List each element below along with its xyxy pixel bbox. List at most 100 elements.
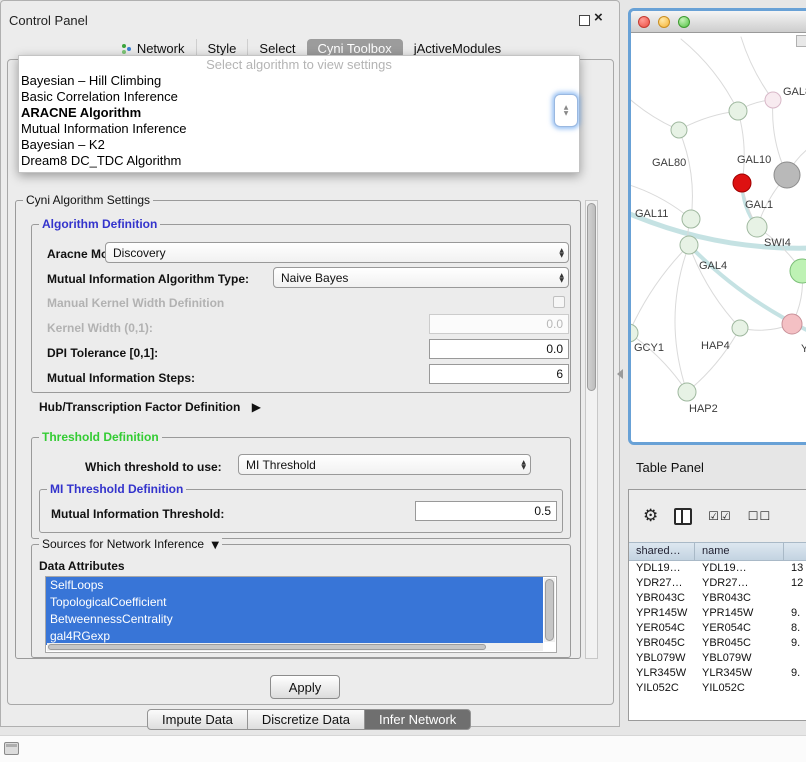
minimized-panel-icon[interactable] (4, 742, 19, 755)
table-cell: YBR043C (629, 591, 695, 606)
screen: Control Panel × NetworkStyleSelectCyni T… (0, 0, 806, 762)
table-row[interactable]: YBR043CYBR043C (629, 591, 806, 606)
table-row[interactable]: YER054CYER054C8. (629, 621, 806, 636)
network-node[interactable] (682, 210, 700, 228)
table-row[interactable]: YPR145WYPR145W9. (629, 606, 806, 621)
algorithm-option-basic-correlation-inference[interactable]: Basic Correlation Inference (19, 89, 579, 105)
network-node[interactable] (733, 174, 751, 192)
expand-right-icon[interactable]: ▶ (252, 400, 261, 414)
gear-icon[interactable]: ⚙ (643, 508, 658, 525)
network-node[interactable] (765, 92, 781, 108)
table-cell: 12 (784, 576, 806, 591)
table-row[interactable]: YLR345WYLR345W9. (629, 666, 806, 681)
attribute-item-selfloops[interactable]: SelfLoops (46, 577, 543, 594)
network-edge[interactable] (631, 93, 679, 130)
algorithm-option-dream8-dc-tdc-algorithm[interactable]: Dream8 DC_TDC Algorithm (19, 153, 579, 169)
network-node[interactable] (747, 217, 767, 237)
network-edge[interactable] (687, 328, 740, 392)
network-node[interactable] (678, 383, 696, 401)
table-cell: YDL19… (695, 561, 784, 576)
network-node[interactable] (790, 259, 806, 283)
algorithm-option-mutual-information-inference[interactable]: Mutual Information Inference (19, 121, 579, 137)
which-threshold-value: MI Threshold (246, 458, 521, 472)
table-cell: YDL19… (629, 561, 695, 576)
aracne-mode-select[interactable]: Discovery ▲▼ (105, 242, 569, 263)
column-header[interactable] (784, 543, 806, 560)
network-edge[interactable] (679, 130, 692, 219)
settings-scrollbar[interactable] (585, 200, 598, 659)
column-header[interactable]: shared… (629, 543, 695, 560)
node-label-hap4: HAP4 (701, 340, 730, 352)
network-node[interactable] (782, 314, 802, 334)
bottom-tab-impute-data[interactable]: Impute Data (147, 709, 248, 730)
network-edge[interactable] (675, 245, 689, 392)
mi-steps-field[interactable] (429, 364, 569, 384)
column-settings-icon[interactable] (674, 508, 692, 525)
algorithm-option-bayesian-k2[interactable]: Bayesian – K2 (19, 137, 579, 153)
node-label-y: Y (801, 343, 806, 355)
bottom-tab-discretize-data[interactable]: Discretize Data (247, 709, 365, 730)
table-cell: 8. (784, 621, 806, 636)
network-node[interactable] (732, 320, 748, 336)
mi-algorithm-type-value: Naive Bayes (281, 271, 559, 285)
algorithm-option-bayesian-hill-climbing[interactable]: Bayesian – Hill Climbing (19, 73, 579, 89)
table-row[interactable]: YDL19…YDL19…13 (629, 561, 806, 576)
data-attributes-listbox[interactable]: SelfLoopsTopologicalCoefficientBetweenne… (45, 576, 557, 653)
table-panel-title: Table Panel (636, 460, 704, 475)
mi-threshold-field[interactable] (415, 501, 557, 521)
float-window-icon[interactable] (579, 15, 590, 26)
which-threshold-select[interactable]: MI Threshold ▲▼ (238, 454, 531, 475)
cyni-bottom-tabbar: Impute DataDiscretize DataInfer Network (147, 709, 471, 730)
algorithm-option-aracne-algorithm[interactable]: ARACNE Algorithm (19, 105, 579, 121)
attribute-item-topologicalcoefficient[interactable]: TopologicalCoefficient (46, 594, 543, 611)
close-traffic-light[interactable] (638, 16, 650, 28)
attribute-item-betweennesscentrality[interactable]: BetweennessCentrality (46, 611, 543, 628)
mi-algorithm-type-select[interactable]: Naive Bayes ▲▼ (273, 267, 569, 288)
panel-splitter-handle[interactable] (617, 369, 623, 379)
algorithm-dropdown-items: Bayesian – Hill ClimbingBasic Correlatio… (19, 73, 579, 169)
table-row[interactable]: YDR27…YDR27…12 (629, 576, 806, 591)
canvas-scroll-corner (796, 35, 806, 47)
network-canvas[interactable]: GAL8GAL80GAL10GAL11GAL1SWI4GAL4GCY1HAP4H… (631, 33, 806, 442)
algorithm-dropdown-prompt: Select algorithm to view settings (19, 57, 579, 73)
attribute-list: SelfLoopsTopologicalCoefficientBetweenne… (46, 577, 543, 645)
bottom-strip (0, 735, 806, 762)
mi-threshold-title: MI Threshold Definition (47, 482, 186, 496)
table-row[interactable]: YIL052CYIL052C (629, 681, 806, 696)
table-cell: YBR043C (695, 591, 784, 606)
network-node[interactable] (671, 122, 687, 138)
collapse-down-icon[interactable]: ▼ (211, 540, 219, 551)
network-edge[interactable] (689, 245, 740, 328)
tab-label: Cyni Toolbox (318, 41, 392, 56)
deselect-all-icon[interactable]: ☐☐ (748, 509, 772, 523)
apply-button[interactable]: Apply (270, 675, 340, 699)
column-header[interactable]: name (695, 543, 784, 560)
network-edge[interactable] (681, 39, 738, 111)
list-vertical-scrollbar[interactable] (544, 578, 555, 642)
node-label-gal80: GAL80 (652, 157, 686, 169)
sources-title[interactable]: Sources for Network Inference ▼ (39, 537, 222, 551)
manual-kernel-width-checkbox[interactable] (553, 296, 565, 308)
zoom-traffic-light[interactable] (678, 16, 690, 28)
close-icon[interactable]: × (594, 10, 603, 26)
table-row[interactable]: YBR045CYBR045C9. (629, 636, 806, 651)
algorithm-combobox-end[interactable]: ▲ ▼ (554, 94, 578, 127)
table-row[interactable]: YBL079WYBL079W (629, 651, 806, 666)
settings-scrollbar-thumb[interactable] (587, 203, 596, 391)
list-horizontal-scrollbar[interactable] (47, 643, 543, 651)
network-edge[interactable] (631, 245, 689, 333)
minimize-traffic-light[interactable] (658, 16, 670, 28)
network-window-titlebar[interactable] (631, 11, 806, 33)
network-node[interactable] (680, 236, 698, 254)
bottom-tab-infer-network[interactable]: Infer Network (364, 709, 471, 730)
dpi-tolerance-field[interactable] (429, 339, 569, 359)
node-label-gal4: GAL4 (699, 260, 727, 272)
hub-definition-label: Hub/Transcription Factor Definition (39, 400, 240, 414)
network-node[interactable] (729, 102, 747, 120)
hub-definition-toggle[interactable]: Hub/Transcription Factor Definition ▶ (39, 400, 261, 414)
network-edge[interactable] (738, 111, 744, 183)
kernel-width-field[interactable] (429, 314, 569, 334)
select-all-icon[interactable]: ☑☑ (708, 509, 732, 523)
network-node[interactable] (774, 162, 800, 188)
network-edge[interactable] (741, 37, 773, 100)
